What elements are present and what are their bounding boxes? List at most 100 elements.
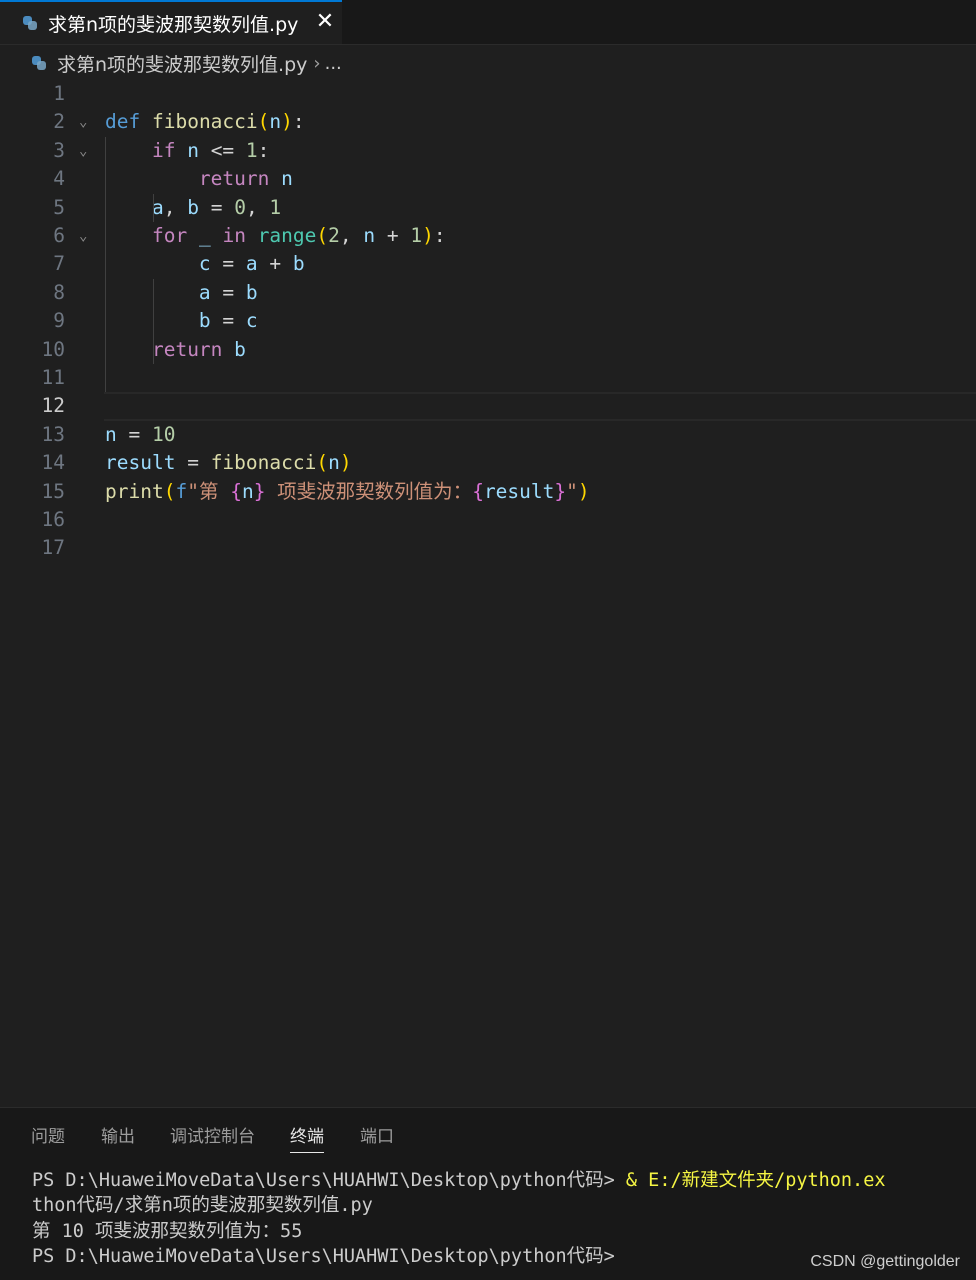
watermark: CSDN @gettingolder — [810, 1253, 960, 1270]
code-line[interactable]: 15 print(f"第 {n} 项斐波那契数列值为：{result}") — [0, 478, 976, 506]
close-icon[interactable]: ✕ — [313, 10, 337, 34]
code-line[interactable]: 13 n = 10 — [0, 421, 976, 449]
indent-guide — [105, 136, 106, 393]
code-token: ) — [281, 110, 293, 134]
fold-chevron-icon[interactable]: ⌄ — [79, 222, 87, 250]
code-token: , — [163, 195, 188, 219]
tab-problems[interactable]: 问题 — [31, 1122, 65, 1147]
code-line[interactable]: 2 ⌄ def fibonacci(n): — [0, 108, 976, 136]
terminal-prompt-current[interactable]: PS D:\HuaweiMoveData\Users\HUAHWI\Deskto… — [32, 1245, 615, 1269]
code-token: b — [187, 195, 199, 219]
tab-bar: 求第n项的斐波那契数列值.py ✕ — [0, 0, 976, 45]
code-token: = — [210, 252, 246, 276]
code-token: 1 — [410, 224, 423, 247]
code-token: fibonacci — [210, 451, 317, 475]
line-number: 12 — [41, 394, 65, 418]
code-token: { — [472, 479, 484, 503]
code-token: : — [433, 224, 446, 247]
code-text: print(f"第 {n} 项斐波那契数列值为：{result}") — [105, 478, 590, 506]
code-token: n — [241, 479, 254, 503]
code-token: <= — [198, 138, 246, 162]
line-number: 17 — [41, 536, 65, 560]
code-token: , — [245, 195, 270, 219]
code-line[interactable]: 3 ⌄ if n <= 1: — [0, 137, 976, 165]
line-number: 11 — [41, 366, 65, 389]
tab-debug-console[interactable]: 调试控制台 — [170, 1122, 255, 1147]
code-token: = — [198, 195, 235, 219]
code-line[interactable]: 11 — [0, 364, 976, 392]
code-token: 项斐波那契数列值为： — [265, 479, 473, 503]
code-line[interactable]: 5 a, b = 0, 1 — [0, 194, 976, 222]
code-token: ( — [316, 451, 329, 475]
code-line[interactable]: 10 return b — [0, 336, 976, 364]
code-line[interactable]: 4 return n — [0, 165, 976, 193]
fold-chevron-icon[interactable]: ⌄ — [79, 108, 87, 136]
code-editor[interactable]: 1 2 ⌄ def fibonacci(n): 3 ⌄ if n <= 1: 4 retur… — [0, 80, 976, 1105]
line-number: 1 — [53, 82, 65, 105]
code-text: n = 10 — [105, 421, 175, 449]
code-token: in — [222, 224, 246, 247]
line-number: 3 — [53, 138, 65, 162]
code-token: ( — [163, 479, 176, 503]
tab-output[interactable]: 输出 — [101, 1122, 135, 1147]
code-token: 1 — [245, 138, 258, 162]
code-token: = — [210, 280, 246, 304]
code-token: return — [151, 337, 223, 361]
code-line[interactable]: 7 c = a + b — [0, 250, 976, 278]
code-token: : — [292, 110, 305, 134]
code-token: ) — [577, 479, 590, 503]
indent-guide — [153, 193, 154, 222]
editor-tab[interactable]: 求第n项的斐波那契数列值.py ✕ — [0, 0, 342, 44]
breadcrumb: 求第n项的斐波那契数列值.py › ... — [0, 46, 976, 80]
code-token: f — [175, 479, 188, 503]
code-line[interactable]: 16 — [0, 506, 976, 534]
terminal-prompt: PS D:\HuaweiMoveData\Users\HUAHWI\Deskto… — [32, 1170, 626, 1191]
code-token: n — [269, 110, 282, 134]
tab-terminal[interactable]: 终端 — [290, 1122, 324, 1153]
code-token: range — [257, 224, 317, 247]
line-number: 9 — [53, 309, 65, 333]
line-number: 14 — [41, 451, 65, 475]
code-token: b — [292, 252, 305, 276]
code-line[interactable]: 1 — [0, 80, 976, 108]
code-token: b — [198, 309, 211, 333]
code-line[interactable]: 9 b = c — [0, 307, 976, 335]
breadcrumb-file[interactable]: 求第n项的斐波那契数列值.py — [57, 50, 307, 77]
code-line[interactable]: 6 ⌄ for _ in range(2, n + 1): — [0, 222, 976, 250]
code-token: a — [198, 280, 211, 304]
line-number: 13 — [41, 422, 65, 446]
terminal-output: 第 10 项斐波那契数列值为：55 — [32, 1221, 303, 1242]
tab-ports[interactable]: 端口 — [360, 1122, 394, 1147]
code-token: 2 — [328, 224, 340, 247]
code-token: 0 — [234, 195, 246, 219]
code-token: if — [151, 138, 176, 162]
code-text: result = fibonacci(n) — [105, 449, 352, 477]
code-token: _ — [198, 224, 211, 247]
line-number: 2 — [53, 110, 65, 134]
indent-guide — [153, 278, 154, 364]
code-line[interactable]: 12 — [0, 392, 976, 422]
terminal-line-2: thon代码/求第n项的斐波那契数列值.py — [32, 1195, 373, 1216]
code-token: b — [234, 337, 246, 361]
line-number: 10 — [41, 337, 65, 361]
code-token: : — [257, 138, 270, 162]
code-line[interactable]: 8 a = b — [0, 279, 976, 307]
breadcrumb-separator: › — [313, 52, 321, 74]
code-line[interactable]: 14 result = fibonacci(n) — [0, 449, 976, 477]
code-token: + — [257, 252, 293, 276]
code-text: return b — [105, 336, 246, 364]
breadcrumb-more[interactable]: ... — [325, 53, 342, 74]
code-token: a — [245, 252, 258, 276]
code-line[interactable]: 17 — [0, 534, 976, 562]
code-token: ) — [339, 451, 352, 475]
fold-chevron-icon[interactable]: ⌄ — [79, 137, 87, 165]
code-token: ( — [257, 110, 270, 134]
